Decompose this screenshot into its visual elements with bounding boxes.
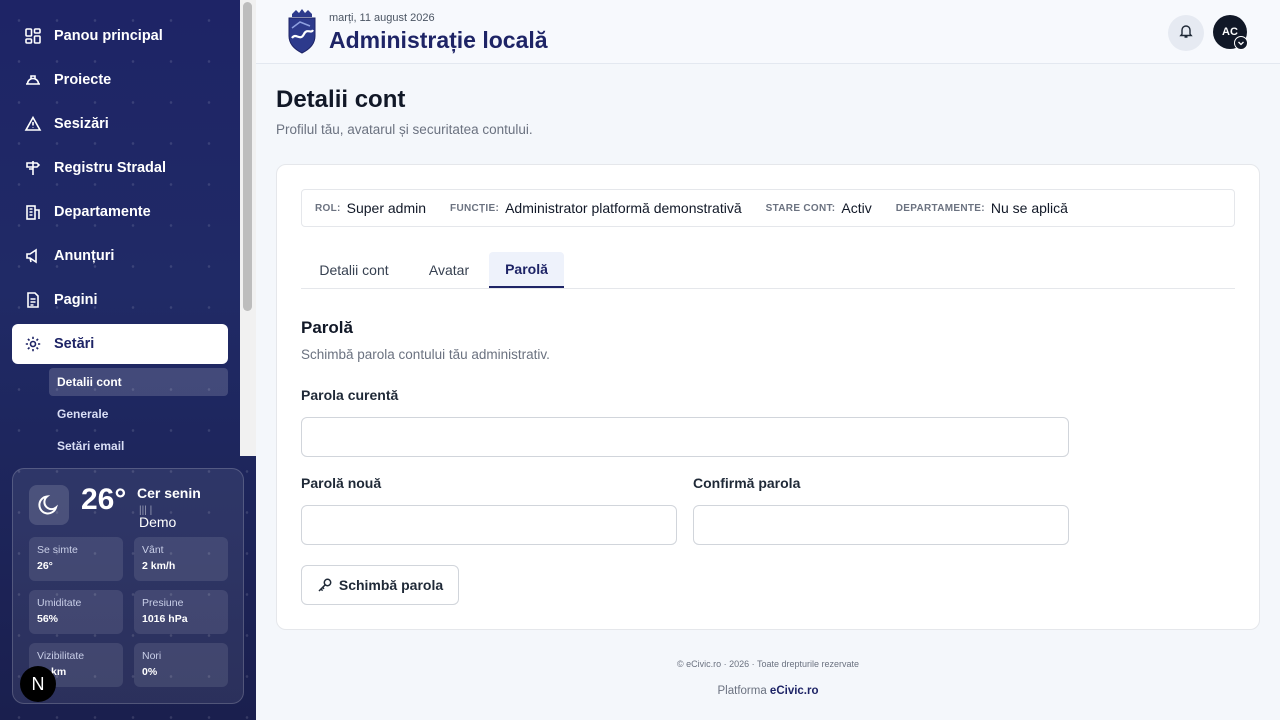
- account-card: [276, 164, 1260, 630]
- key-icon: [317, 577, 333, 593]
- sidebar: Panou principal Proiecte Sesizări Regist…: [0, 0, 256, 720]
- chevron-down-icon[interactable]: [1234, 36, 1248, 50]
- meta-departments-key: DEPARTAMENTE:: [895, 202, 985, 214]
- sidebar-subitem-account-details[interactable]: Detalii cont: [49, 368, 228, 396]
- helmet-icon: [24, 71, 42, 89]
- weather-tile-clouds: Nori 0%: [134, 643, 228, 687]
- password-section-title: Parolă: [301, 318, 353, 337]
- meta-departments-value: Nu se aplică: [990, 200, 1068, 216]
- tile-label: Se simte: [37, 544, 78, 556]
- meta-function-key: FUNCȚIE:: [450, 202, 500, 214]
- sidebar-scrollbar-thumb[interactable]: [243, 2, 252, 311]
- sidebar-item-pages[interactable]: Pagini: [12, 280, 228, 320]
- warning-icon: [24, 115, 42, 133]
- header-date: marți, 11 august 2026: [329, 12, 435, 24]
- confirm-password-input[interactable]: [693, 505, 1069, 545]
- sidebar-item-departments[interactable]: Departamente: [12, 192, 228, 232]
- sidebar-item-label: Anunțuri: [54, 248, 115, 264]
- moon-icon: [29, 485, 69, 525]
- page-icon: [24, 291, 42, 309]
- tabs-divider: [301, 288, 1235, 289]
- tile-label: Umiditate: [37, 597, 82, 609]
- sidebar-nav: Panou principal Proiecte Sesizări Regist…: [0, 0, 240, 456]
- tile-value: 56%: [37, 613, 59, 625]
- account-meta-bar: ROL: Super admin FUNCȚIE: Administrator …: [301, 189, 1235, 227]
- new-password-label: Parolă nouă: [301, 475, 382, 491]
- tab-avatar[interactable]: Avatar: [414, 252, 484, 288]
- current-password-label: Parola curentă: [301, 387, 399, 403]
- tab-account-details[interactable]: Detalii cont: [304, 252, 404, 288]
- page-subtitle: Profilul tău, avatarul și securitatea co…: [276, 122, 533, 137]
- meta-status-key: STARE CONT:: [765, 202, 836, 214]
- meta-status-value: Activ: [841, 200, 872, 216]
- sidebar-item-label: Departamente: [54, 204, 151, 220]
- change-password-label: Schimbă parola: [338, 577, 444, 593]
- footer-platform: Platforma eCivic.ro: [256, 685, 1280, 697]
- weather-tile-feels-like: Se simte 26°: [29, 537, 123, 581]
- weather-tile-pressure: Presiune 1016 hPa: [134, 590, 228, 634]
- sidebar-item-dashboard[interactable]: Panou principal: [12, 16, 228, 56]
- sidebar-item-label: Registru Stradal: [54, 160, 166, 176]
- sidebar-item-projects[interactable]: Proiecte: [12, 60, 228, 100]
- tab-password[interactable]: Parolă: [489, 252, 564, 288]
- gear-icon: [24, 335, 42, 353]
- header-title: Administrație locală: [329, 27, 548, 53]
- footer-platform-link[interactable]: eCivic.ro: [770, 685, 819, 697]
- weather-temperature: 26°: [81, 483, 127, 516]
- sidebar-item-label: Panou principal: [54, 28, 163, 44]
- dashboard-icon: [24, 27, 42, 45]
- confirm-password-label: Confirmă parola: [693, 475, 801, 491]
- tile-value: 2 km/h: [142, 560, 176, 572]
- sidebar-item-announcements[interactable]: Anunțuri: [12, 236, 228, 276]
- tile-label: Vânt: [142, 544, 164, 556]
- page-title: Detalii cont: [276, 86, 406, 113]
- n-badge-button[interactable]: N: [20, 666, 56, 702]
- tile-value: 0%: [142, 666, 158, 678]
- bell-icon: [1178, 23, 1194, 44]
- password-section-subtitle: Schimbă parola contului tău administrati…: [301, 347, 550, 362]
- sidebar-item-reports[interactable]: Sesizări: [12, 104, 228, 144]
- weather-tile-wind: Vânt 2 km/h: [134, 537, 228, 581]
- meta-role-value: Super admin: [346, 200, 427, 216]
- meta-function-value: Administrator platformă demonstrativă: [505, 200, 742, 216]
- footer-platform-prefix: Platforma: [717, 685, 767, 697]
- footer-copyright: © eCivic.ro · 2026 · Toate drepturile re…: [676, 659, 860, 669]
- sidebar-item-label: Pagini: [54, 292, 98, 308]
- new-password-input[interactable]: [301, 505, 677, 545]
- change-password-button[interactable]: Schimbă parola: [301, 565, 459, 605]
- sidebar-item-settings[interactable]: Setări: [12, 324, 228, 364]
- tile-value: 1016 hPa: [142, 613, 188, 625]
- tile-label: Vizibilitate: [37, 650, 85, 662]
- sidebar-item-street-registry[interactable]: Registru Stradal: [12, 148, 228, 188]
- sidebar-item-label: Proiecte: [54, 72, 112, 88]
- weather-description: Cer senin: [137, 485, 201, 501]
- current-password-input[interactable]: [301, 417, 1069, 457]
- meta-role-key: ROL:: [315, 202, 341, 214]
- sidebar-item-label: Sesizări: [54, 116, 109, 132]
- sidebar-item-label: Setări: [54, 336, 95, 352]
- building-icon: [24, 203, 42, 221]
- top-header: marți, 11 august 2026 Administrație loca…: [256, 0, 1280, 64]
- signpost-icon: [24, 159, 42, 177]
- weather-tile-humidity: Umiditate 56%: [29, 590, 123, 634]
- tile-label: Nori: [142, 650, 162, 662]
- notifications-button[interactable]: [1168, 15, 1204, 51]
- megaphone-icon: [24, 247, 42, 265]
- sidebar-subitem-email-settings[interactable]: Setări email: [49, 432, 228, 456]
- sidebar-subitem-general[interactable]: Generale: [49, 400, 228, 428]
- tile-value: 26°: [37, 560, 53, 572]
- weather-demo-label: Demo: [139, 514, 177, 530]
- tile-label: Presiune: [142, 597, 184, 609]
- crest-logo: [286, 8, 318, 54]
